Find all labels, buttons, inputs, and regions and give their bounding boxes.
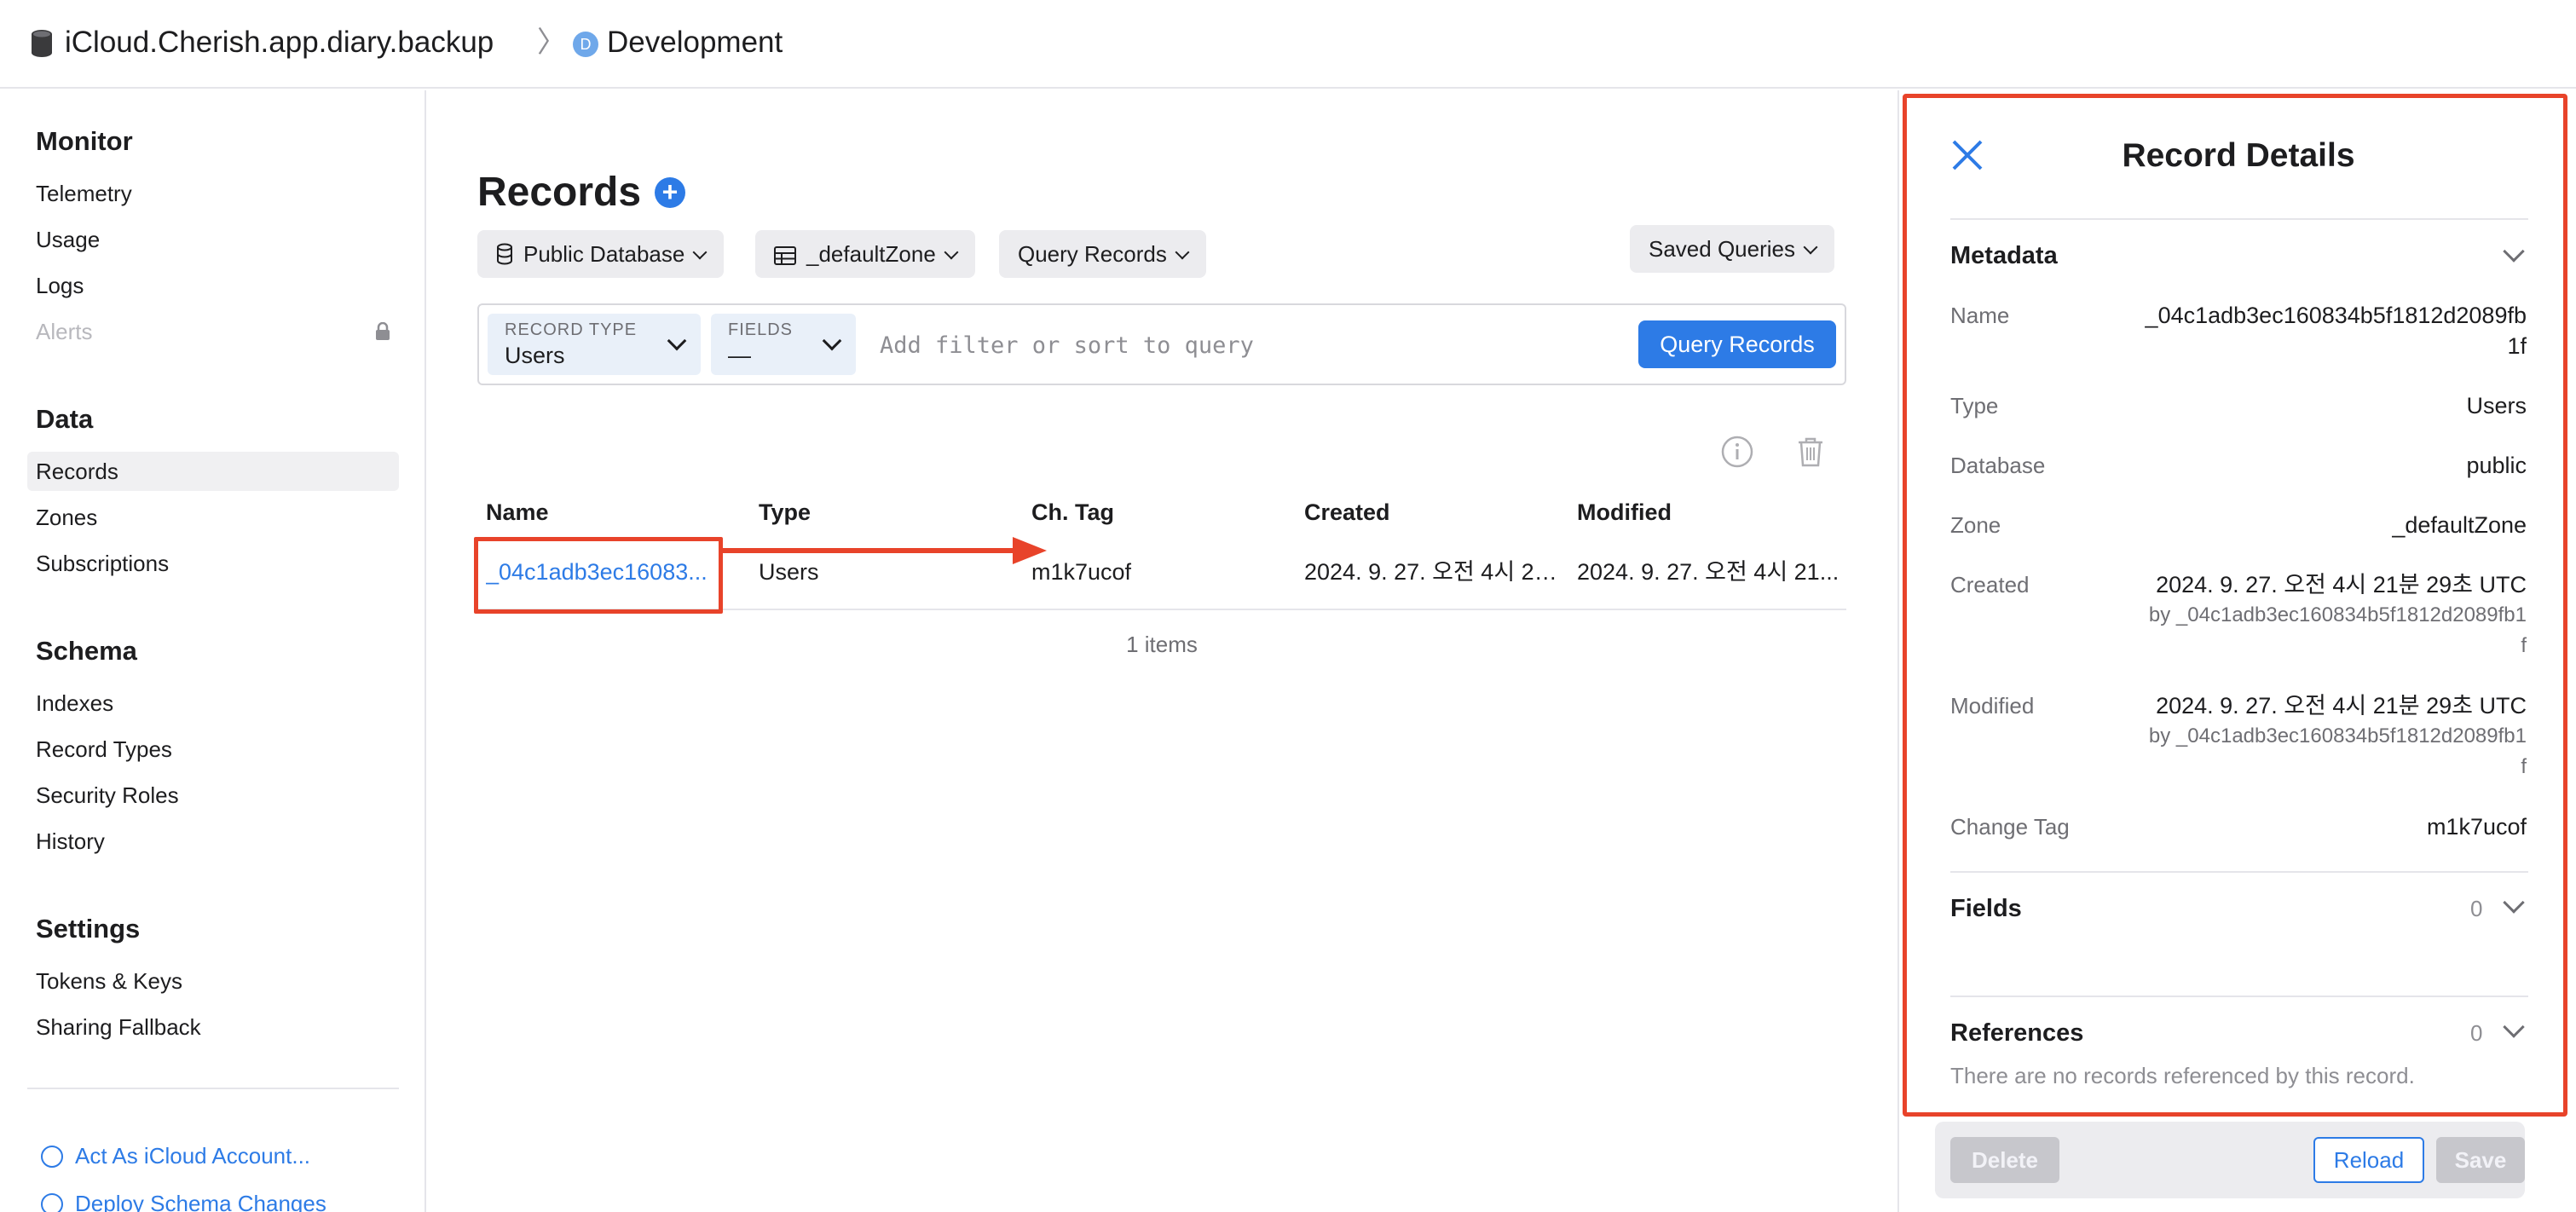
upload-circle-icon — [41, 1193, 63, 1212]
column-header-name[interactable]: Name — [486, 491, 549, 534]
fields-label: FIELDS — [728, 320, 794, 339]
zone-selector[interactable]: _defaultZone — [755, 230, 975, 278]
query-mode-selector[interactable]: Query Records — [999, 230, 1206, 278]
highlight-box — [474, 537, 723, 614]
sidebar-heading-data: Data — [36, 404, 94, 434]
reload-button[interactable]: Reload — [2313, 1137, 2424, 1183]
sidebar-heading-schema: Schema — [36, 636, 137, 666]
database-selector[interactable]: Public Database — [477, 230, 725, 278]
chevron-down-icon — [944, 245, 959, 260]
lock-icon — [376, 322, 390, 340]
table-header: Name Type Ch. Tag Created Modified — [486, 491, 1846, 534]
sidebar-item-subscriptions[interactable]: Subscriptions — [27, 544, 399, 583]
sidebar-item-usage[interactable]: Usage — [27, 220, 399, 259]
fields-selector[interactable]: FIELDS — — [711, 314, 856, 375]
saved-queries-label: Saved Queries — [1649, 236, 1795, 262]
query-records-button[interactable]: Query Records — [1638, 320, 1836, 368]
sidebar-item-alerts: Alerts — [27, 312, 399, 351]
column-header-change-tag[interactable]: Ch. Tag — [1031, 491, 1114, 534]
record-type-selector[interactable]: RECORD TYPE Users — [488, 314, 701, 375]
query-mode-label: Query Records — [1018, 241, 1167, 267]
info-icon[interactable] — [1720, 435, 1754, 469]
deploy-label: Deploy Schema Changes — [75, 1191, 326, 1212]
container-breadcrumb[interactable]: iCloud.Cherish.app.diary.backup — [65, 24, 494, 61]
table-icon — [774, 246, 796, 265]
environment-badge: D — [573, 32, 598, 57]
delete-button[interactable]: Delete — [1950, 1137, 2059, 1183]
add-record-button[interactable]: + — [655, 177, 685, 208]
highlight-frame — [1903, 94, 2567, 1117]
sidebar-item-telemetry[interactable]: Telemetry — [27, 174, 399, 213]
sidebar-heading-settings: Settings — [36, 914, 141, 944]
record-type-value: Users — [505, 343, 565, 368]
breadcrumb-separator: 〉 — [537, 26, 566, 59]
sidebar-item-indexes[interactable]: Indexes — [27, 684, 399, 723]
chevron-down-icon — [1803, 240, 1818, 255]
items-count: 1 items — [1126, 632, 1198, 657]
sidebar-item-tokens-keys[interactable]: Tokens & Keys — [27, 961, 399, 1001]
environment-breadcrumb[interactable]: Development — [607, 24, 783, 61]
sidebar-item-label: Alerts — [36, 319, 93, 344]
database-selector-label: Public Database — [523, 241, 685, 267]
sidebar-heading-monitor: Monitor — [36, 126, 133, 156]
trash-icon[interactable] — [1793, 435, 1828, 469]
query-filter-input[interactable] — [880, 324, 1630, 366]
record-modified-cell: 2024. 9. 27. 오전 4시 21... — [1577, 559, 1840, 585]
top-bar: iCloud.Cherish.app.diary.backup 〉 D Deve… — [0, 0, 2576, 89]
saved-queries-button[interactable]: Saved Queries — [1630, 225, 1834, 273]
person-circle-icon — [41, 1146, 63, 1168]
sidebar-item-sharing-fallback[interactable]: Sharing Fallback — [27, 1007, 399, 1047]
column-header-modified[interactable]: Modified — [1577, 491, 1672, 534]
sidebar-item-logs[interactable]: Logs — [27, 266, 399, 305]
annotation-arrow — [723, 537, 1047, 564]
column-header-created[interactable]: Created — [1304, 491, 1390, 534]
zone-selector-label: _defaultZone — [806, 241, 936, 267]
fields-value: — — [728, 343, 751, 368]
sidebar-divider — [27, 1088, 399, 1089]
sidebar-item-records[interactable]: Records — [27, 452, 399, 491]
deploy-schema-changes-link[interactable]: Deploy Schema Changes — [41, 1186, 326, 1212]
sidebar-item-record-types[interactable]: Record Types — [27, 730, 399, 769]
database-icon — [497, 243, 512, 265]
act-as-label: Act As iCloud Account... — [75, 1143, 311, 1169]
sidebar: Monitor Telemetry Usage Logs Alerts Data… — [0, 90, 426, 1212]
sidebar-item-zones[interactable]: Zones — [27, 498, 399, 537]
query-bar: RECORD TYPE Users FIELDS — Query Records — [477, 303, 1846, 385]
record-created-cell: 2024. 9. 27. 오전 4시 21... — [1304, 559, 1560, 585]
sidebar-item-security-roles[interactable]: Security Roles — [27, 776, 399, 815]
chevron-down-icon — [1175, 245, 1190, 260]
database-icon — [32, 30, 52, 57]
record-type-label: RECORD TYPE — [505, 320, 638, 339]
chevron-down-icon — [692, 245, 708, 260]
records-main: Records + Public Database _defaultZone Q… — [428, 90, 1897, 1212]
details-footer: Delete Reload Save — [1935, 1122, 2525, 1198]
act-as-icloud-account-link[interactable]: Act As iCloud Account... — [41, 1139, 310, 1173]
sidebar-item-history[interactable]: History — [27, 822, 399, 861]
save-button[interactable]: Save — [2436, 1137, 2525, 1183]
page-title: Records — [477, 170, 642, 215]
column-header-type[interactable]: Type — [759, 491, 811, 534]
record-change-tag-cell: m1k7ucof — [1031, 559, 1132, 585]
